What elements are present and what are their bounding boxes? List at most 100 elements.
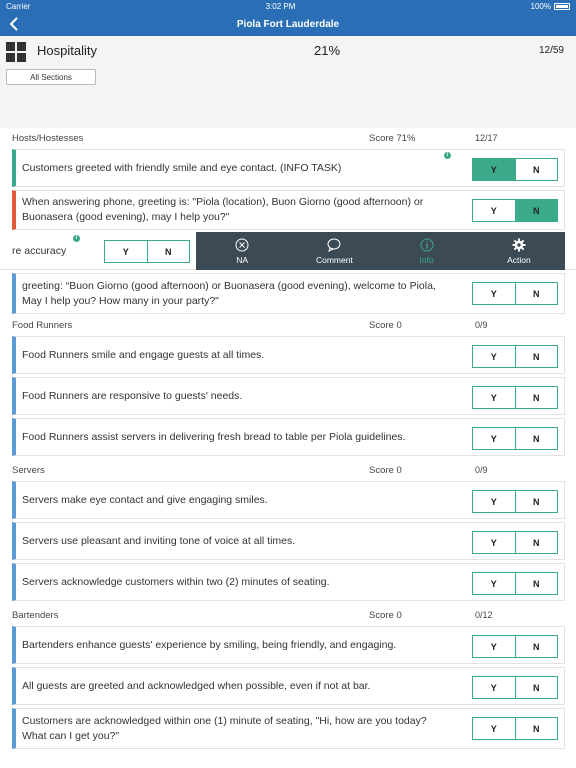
nav-bar: Piola Fort Lauderdale <box>0 12 576 36</box>
section-header: Hospitality 21% 12/59 All Sections <box>0 36 576 128</box>
page-title: Piola Fort Lauderdale <box>236 18 340 30</box>
yes-button[interactable]: Y <box>473 346 515 367</box>
section-score: Score 0 <box>369 610 402 621</box>
battery: 100% <box>531 2 570 11</box>
question-row: Servers use pleasant and inviting tone o… <box>12 522 565 560</box>
info-icon <box>420 238 434 252</box>
no-button[interactable]: N <box>514 159 557 180</box>
no-button[interactable]: N <box>514 718 557 739</box>
section-title: Hospitality <box>37 43 97 58</box>
section-fraction: 0/12 <box>475 610 493 620</box>
yes-button[interactable]: Y <box>473 159 515 180</box>
yes-button[interactable]: Y <box>473 200 515 221</box>
grid-icon[interactable] <box>6 42 26 62</box>
yes-no-toggle: Y N <box>472 635 558 658</box>
section-name: Servers <box>12 465 45 476</box>
question-text: When answering phone, greeting is: "Piol… <box>22 196 424 223</box>
question-text: Food Runners smile and engage guests at … <box>22 348 265 361</box>
yes-button[interactable]: Y <box>473 573 515 594</box>
info-dot-icon[interactable]: i <box>73 235 80 242</box>
question-row: Bartenders enhance guests' experience by… <box>12 626 565 664</box>
comment-action[interactable]: Comment <box>288 232 380 270</box>
question-text: All guests are greeted and acknowledged … <box>22 679 371 692</box>
question-text: Servers make eye contact and give engagi… <box>22 493 268 506</box>
section-score: Score 71% <box>369 133 416 144</box>
question-row: Servers acknowledge customers within two… <box>12 563 565 601</box>
comment-label: Comment <box>315 254 353 265</box>
yes-button[interactable]: Y <box>473 677 515 698</box>
question-text: Bartenders enhance guests' experience by… <box>22 638 397 651</box>
completion-percent: 21% <box>314 43 341 58</box>
question-row: When answering phone, greeting is: "Piol… <box>12 190 565 230</box>
yes-button[interactable]: Y <box>473 428 515 449</box>
gear-icon <box>512 238 526 252</box>
yes-no-toggle: Y N <box>472 199 558 222</box>
all-sections-button[interactable]: All Sections <box>6 69 96 85</box>
row-action-bar: NA Comment Info Action <box>196 232 565 270</box>
comment-icon <box>327 238 341 252</box>
yes-no-toggle: Y N <box>104 240 190 263</box>
section-fraction: 0/9 <box>475 465 488 475</box>
yes-no-toggle: Y N <box>472 572 558 595</box>
info-action[interactable]: Info <box>381 232 473 270</box>
section-name: Bartenders <box>12 610 59 621</box>
section-name: Food Runners <box>12 320 73 331</box>
section-score: Score 0 <box>369 465 402 476</box>
question-text: greeting: “Buon Giorno (good afternoon) … <box>22 279 436 307</box>
na-label: NA <box>236 254 249 265</box>
no-button[interactable]: N <box>514 283 557 304</box>
question-text: Customers are acknowledged within one (1… <box>22 714 427 742</box>
no-button[interactable]: N <box>514 573 557 594</box>
section-fraction: 12/17 <box>475 133 498 143</box>
question-row: Customers are acknowledged within one (1… <box>12 708 565 749</box>
yes-button[interactable]: Y <box>473 718 515 739</box>
no-button[interactable]: N <box>514 200 557 221</box>
yes-no-toggle: Y N <box>472 345 558 368</box>
battery-icon <box>554 2 570 10</box>
yes-no-toggle: Y N <box>472 427 558 450</box>
yes-no-toggle: Y N <box>472 676 558 699</box>
yes-button[interactable]: Y <box>473 283 515 304</box>
info-dot-icon[interactable]: i <box>444 152 451 159</box>
question-text: Servers use pleasant and inviting tone o… <box>22 534 296 547</box>
action-label: Action <box>507 254 531 265</box>
section-heading: Hosts/Hostesses Score 71% 12/17 <box>0 128 576 148</box>
yes-no-toggle: Y N <box>472 717 558 740</box>
yes-button[interactable]: Y <box>473 532 515 553</box>
yes-button[interactable]: Y <box>473 387 515 408</box>
no-button[interactable]: N <box>514 387 557 408</box>
yes-no-toggle: Y N <box>472 282 558 305</box>
back-chevron-icon[interactable] <box>6 14 22 34</box>
no-button[interactable]: N <box>514 532 557 553</box>
question-text: Servers acknowledge customers within two… <box>22 575 330 588</box>
yes-no-toggle: Y N <box>472 490 558 513</box>
question-row: Food Runners assist servers in deliverin… <box>12 418 565 456</box>
section-heading: Servers Score 0 0/9 <box>0 460 576 480</box>
carrier-label: Carrier <box>6 1 31 11</box>
yes-button[interactable]: Y <box>473 491 515 512</box>
no-button[interactable]: N <box>514 491 557 512</box>
yes-no-toggle: Y N <box>472 386 558 409</box>
question-text: Customers greeted with friendly smile an… <box>22 161 342 174</box>
no-button[interactable]: N <box>514 428 557 449</box>
yes-button[interactable]: Y <box>105 241 147 262</box>
no-button[interactable]: N <box>514 677 557 698</box>
section-heading: Food Runners Score 0 0/9 <box>0 315 576 335</box>
section-heading: Bartenders Score 0 0/12 <box>0 605 576 625</box>
question-row: Food Runners smile and engage guests at … <box>12 336 565 374</box>
action-action[interactable]: Action <box>473 232 565 270</box>
section-name: Hosts/Hostesses <box>12 133 84 144</box>
question-row: All guests are greeted and acknowledged … <box>12 667 565 705</box>
status-bar: Carrier 3:02 PM 100% <box>0 0 576 12</box>
question-row: Customers greeted with friendly smile an… <box>12 149 565 187</box>
no-button[interactable]: N <box>514 346 557 367</box>
no-button[interactable]: N <box>146 241 189 262</box>
battery-percent: 100% <box>530 1 551 11</box>
question-text: re accuracy <box>12 245 67 257</box>
no-button[interactable]: N <box>514 636 557 657</box>
question-row: Food Runners are responsive to guests' n… <box>12 377 565 415</box>
yes-button[interactable]: Y <box>473 636 515 657</box>
yes-no-toggle: Y N <box>472 531 558 554</box>
yes-no-toggle: Y N <box>472 158 558 181</box>
na-action[interactable]: NA <box>196 232 288 270</box>
